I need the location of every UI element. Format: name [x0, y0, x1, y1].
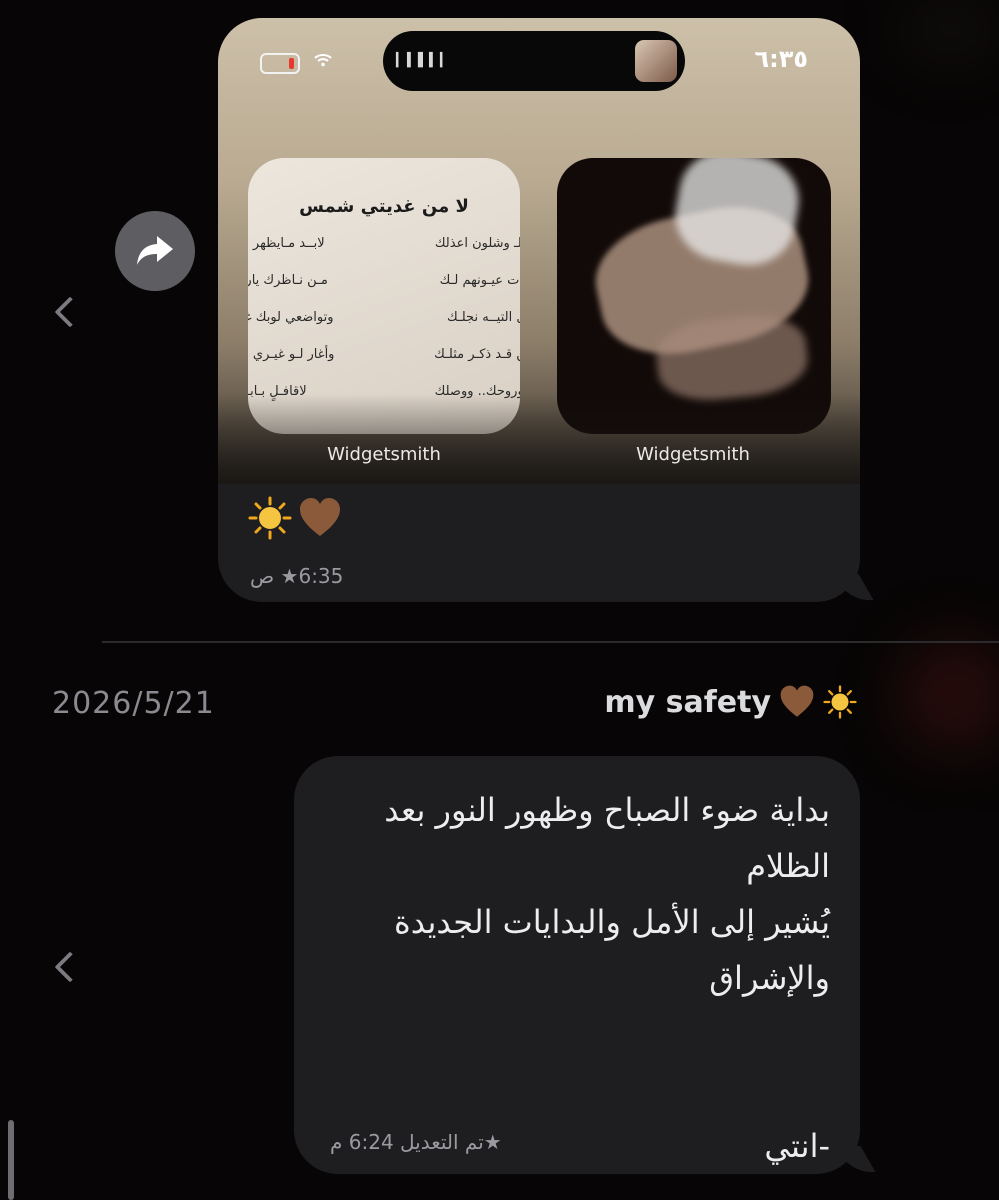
status-time: ٦:٣٥ [754, 45, 808, 73]
brown-heart-emoji [300, 498, 340, 536]
sun-emoji [248, 496, 292, 540]
wifi-icon [314, 52, 332, 71]
poem-line: ـل التيــه نجلـكوتواضعي لوبك غد [248, 310, 520, 325]
screenshot-image[interactable]: ▎▍▌▍▎ ٦:٣٥ لا من غديتي شمس ..لـ وشلون اع… [218, 18, 860, 484]
widget-label: Widgetsmith [636, 444, 750, 465]
poem-line: ..لـ وشلون اعذلكلابــد مـايظهر مـ [248, 236, 520, 251]
message-meta: 6:35★ ص [250, 564, 344, 588]
widget-label: Widgetsmith [327, 444, 441, 465]
sender-name: my safety [604, 684, 771, 720]
sender-header: my safety [604, 684, 857, 720]
message-text: بداية ضوء الصباح وظهور النور بعد الظلام … [384, 791, 830, 1165]
battery-icon [260, 53, 300, 74]
date-header: 2026/5/21 [52, 686, 215, 721]
dynamic-island: ▎▍▌▍▎ [383, 31, 685, 91]
photo-widget [557, 158, 831, 434]
sun-emoji [823, 685, 857, 719]
text-message-bubble[interactable]: بداية ضوء الصباح وظهور النور بعد الظلام … [294, 756, 860, 1174]
background-glow [900, 640, 999, 750]
scroll-indicator[interactable] [8, 1120, 14, 1200]
now-playing-thumbnail [635, 40, 677, 82]
poem-line: ـن قـد ذكـر مثلـكوأغار لـو غيـري مـ [248, 347, 520, 362]
poem-line: ـدت عيـونهم لـكمـن نـاظرك ياربـ [248, 273, 520, 288]
message-meta: ★تم التعديل 6:24 م [330, 1130, 502, 1154]
chevron-left-icon[interactable] [54, 951, 86, 983]
chevron-left-icon[interactable] [54, 296, 86, 328]
forward-button[interactable] [115, 211, 195, 291]
background-glow [900, 0, 999, 60]
image-shade [218, 394, 860, 484]
poem-widget: لا من غديتي شمس ..لـ وشلون اعذلكلابــد م… [248, 158, 520, 434]
forward-icon [137, 236, 173, 265]
brown-heart-emoji [780, 685, 814, 717]
audio-wave-icon: ▎▍▌▍▎ [396, 53, 451, 68]
divider [102, 641, 999, 643]
poem-title: لا من غديتي شمس [299, 196, 469, 217]
emoji-caption [248, 496, 342, 540]
image-message-bubble[interactable]: ▎▍▌▍▎ ٦:٣٥ لا من غديتي شمس ..لـ وشلون اع… [218, 18, 860, 602]
